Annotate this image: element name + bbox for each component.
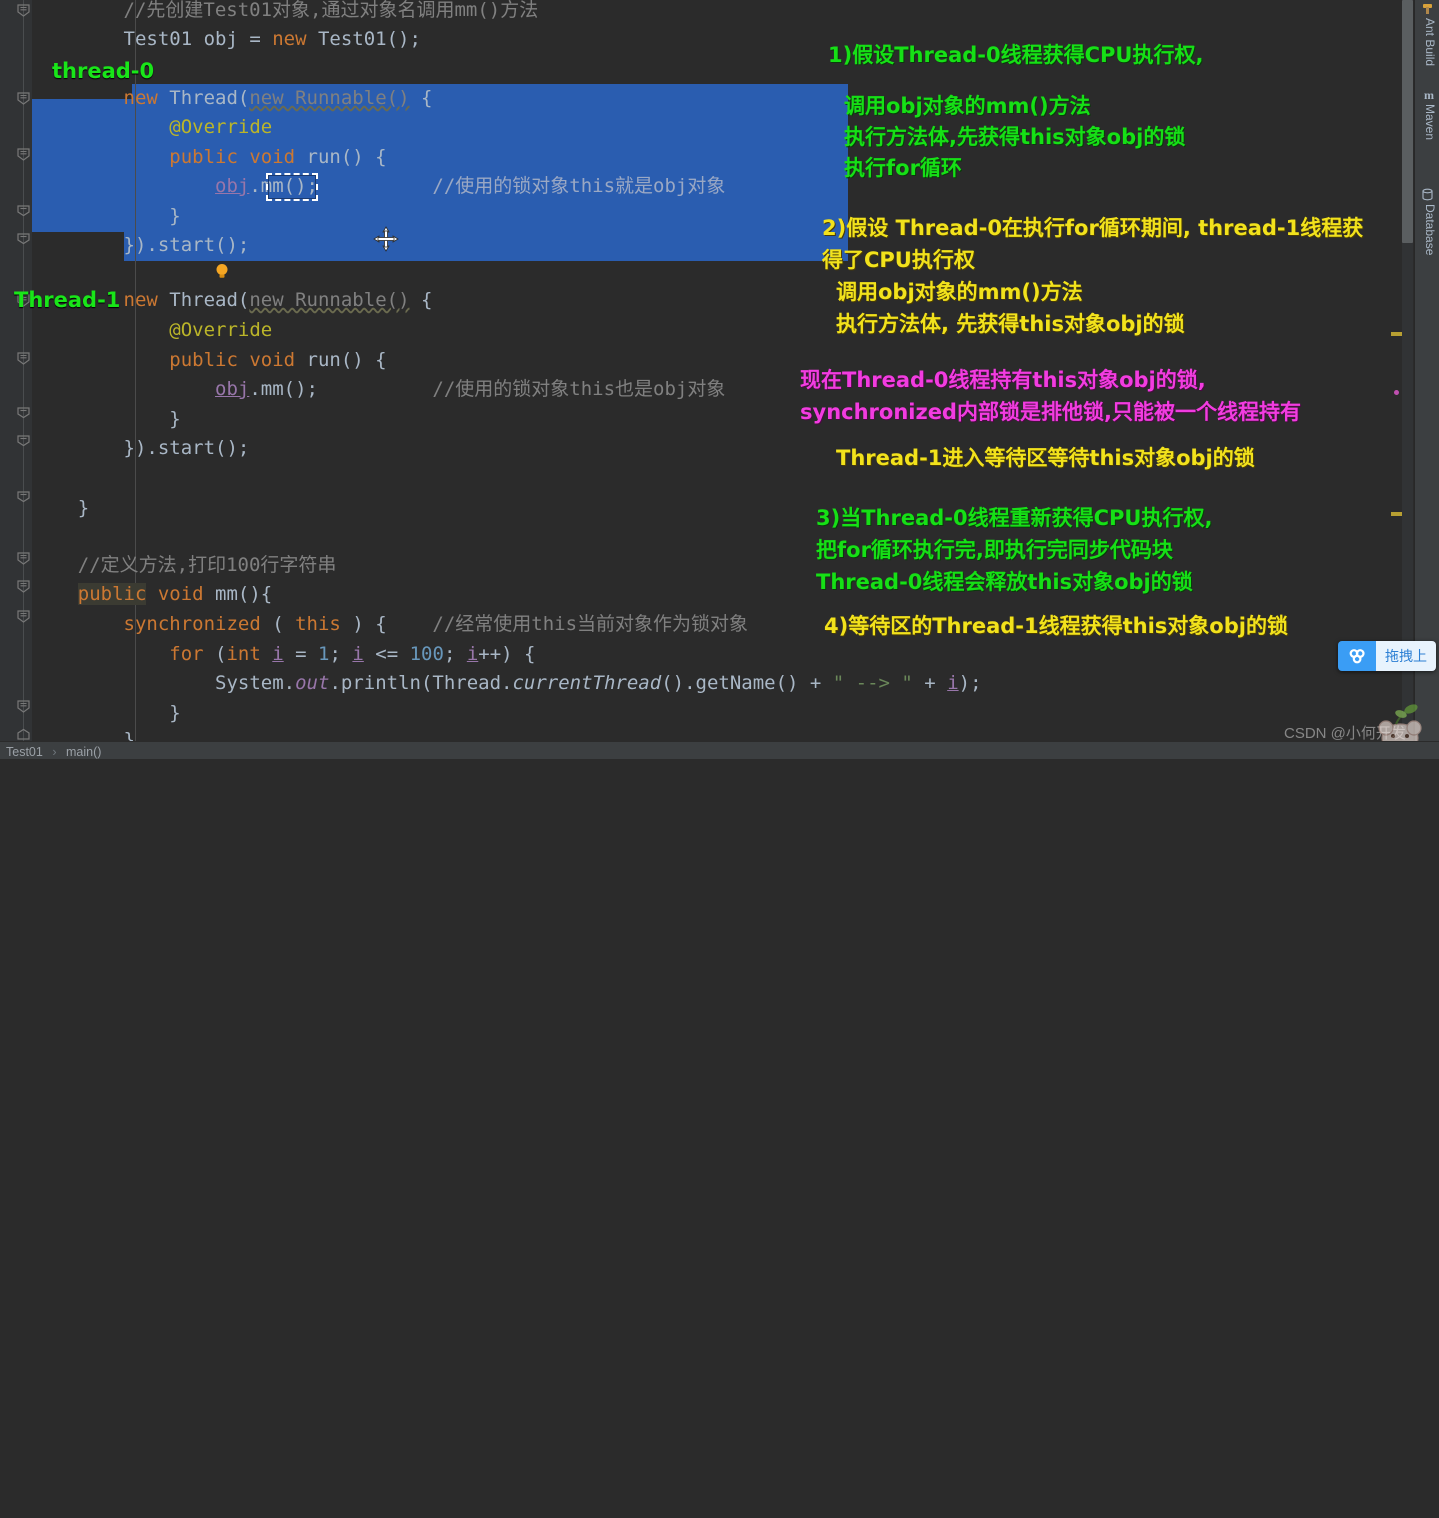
fold-marker[interactable] bbox=[15, 2, 32, 19]
tab-database[interactable]: Database bbox=[1423, 204, 1437, 255]
annotation-12: 3)当Thread-0线程重新获得CPU执行权, bbox=[816, 506, 1213, 530]
code-line[interactable]: } bbox=[32, 202, 180, 232]
fold-marker[interactable] bbox=[15, 202, 32, 219]
code-comment: //先创建Test01对象,通过对象名调用mm()方法 bbox=[123, 0, 539, 21]
thread1-label: Thread-1 bbox=[14, 288, 121, 312]
tab-ant-build[interactable]: Ant Build bbox=[1423, 18, 1437, 66]
ide-window: //先创建Test01对象,通过对象名调用mm()方法 Test01 obj =… bbox=[0, 0, 1439, 759]
annotation-13: 把for循环执行完,即执行完同步代码块 bbox=[816, 538, 1173, 562]
intention-bulb-icon[interactable] bbox=[144, 230, 228, 278]
code-line[interactable]: }).start(); bbox=[32, 434, 250, 464]
fold-marker[interactable] bbox=[15, 350, 32, 367]
code-line[interactable]: for (int i = 1; i <= 100; i++) { bbox=[32, 640, 535, 670]
code-line[interactable]: } bbox=[32, 494, 89, 524]
code-line[interactable]: System.out.println(Thread.currentThread(… bbox=[32, 669, 982, 699]
fold-marker[interactable] bbox=[15, 432, 32, 449]
annotation-11: Thread-1进入等待区等待this对象obj的锁 bbox=[836, 446, 1255, 470]
upload-widget-label[interactable]: 拖拽上 bbox=[1376, 641, 1436, 671]
editor-gutter[interactable] bbox=[0, 0, 32, 741]
right-tool-strip: Ant Build m Maven Database bbox=[1414, 0, 1439, 741]
annotation-7: 调用obj对象的mm()方法 bbox=[836, 280, 1083, 304]
code-line[interactable]: public void run() { bbox=[32, 143, 386, 173]
fold-marker[interactable] bbox=[15, 698, 32, 715]
annotation-6: 得了CPU执行权 bbox=[822, 248, 975, 272]
annotation-10: synchronized内部锁是排他锁,只能被一个线程持有 bbox=[800, 400, 1301, 424]
database-icon bbox=[1421, 188, 1434, 205]
fold-marker[interactable] bbox=[15, 578, 32, 595]
code-comment: //定义方法,打印100行字符串 bbox=[77, 554, 337, 576]
annotation-9: 现在Thread-0线程持有this对象obj的锁, bbox=[800, 368, 1206, 392]
annotation-5: 2)假设 Thread-0在执行for循环期间, thread-1线程获 bbox=[822, 216, 1364, 240]
code-line[interactable]: } bbox=[32, 405, 180, 435]
annotation-14: Thread-0线程会释放this对象obj的锁 bbox=[816, 570, 1193, 594]
fold-marker[interactable] bbox=[15, 550, 32, 567]
code-line[interactable]: public void run() { bbox=[32, 346, 386, 376]
code-comment: //经常使用this当前对象作为锁对象 bbox=[432, 613, 749, 635]
code-line[interactable]: }).start(); bbox=[32, 231, 250, 261]
tab-maven[interactable]: Maven bbox=[1423, 104, 1437, 140]
upload-widget[interactable]: 拖拽上 bbox=[1338, 641, 1436, 671]
thread0-label: thread-0 bbox=[52, 59, 155, 83]
code-line[interactable]: Test01 obj = new Test01(); bbox=[32, 25, 421, 55]
maven-icon: m bbox=[1424, 88, 1434, 102]
breadcrumb[interactable]: Test01 › main() bbox=[0, 741, 1439, 759]
selected-identifier[interactable]: obj bbox=[215, 175, 249, 197]
hammer-icon bbox=[1421, 2, 1434, 19]
scrollbar-marker[interactable] bbox=[1391, 332, 1402, 336]
scrollbar-marker[interactable] bbox=[1391, 512, 1402, 516]
fold-marker[interactable] bbox=[15, 90, 32, 107]
annotation-15: 4)等待区的Thread-1线程获得this对象obj的锁 bbox=[824, 614, 1288, 638]
annotation-8: 执行方法体, 先获得this对象obj的锁 bbox=[836, 312, 1185, 336]
code-line[interactable]: obj.mm(); //使用的锁对象this也是obj对象 bbox=[32, 375, 725, 405]
annotation-4: 执行for循环 bbox=[844, 156, 962, 180]
gutter-rail bbox=[23, 0, 24, 741]
cloud-upload-icon[interactable] bbox=[1338, 641, 1376, 671]
breadcrumb-separator: › bbox=[52, 745, 57, 759]
breadcrumb-item-method[interactable]: main() bbox=[66, 745, 101, 759]
fold-marker[interactable] bbox=[15, 404, 32, 421]
annotation-1: 1)假设Thread-0线程获得CPU执行权, bbox=[828, 43, 1204, 67]
code-line[interactable]: synchronized ( this ) { //经常使用this当前对象作为… bbox=[32, 610, 749, 640]
fold-marker[interactable] bbox=[15, 146, 32, 163]
scrollbar-thumb[interactable] bbox=[1402, 0, 1413, 243]
breadcrumb-item-class[interactable]: Test01 bbox=[6, 745, 43, 759]
annotation-3: 执行方法体,先获得this对象obj的锁 bbox=[844, 125, 1186, 149]
scrollbar-error-marker[interactable] bbox=[1394, 390, 1399, 395]
code-line[interactable]: } bbox=[32, 699, 180, 729]
code-line[interactable]: new Thread(new Runnable() { bbox=[32, 84, 433, 114]
code-line[interactable]: public void mm(){ bbox=[32, 580, 272, 610]
move-cursor-icon bbox=[304, 196, 399, 252]
code-line[interactable]: @Override bbox=[32, 113, 272, 143]
code-line[interactable]: //定义方法,打印100行字符串 bbox=[32, 551, 337, 581]
code-comment: //使用的锁对象this也是obj对象 bbox=[432, 378, 726, 400]
fold-marker[interactable] bbox=[15, 608, 32, 625]
code-line[interactable]: @Override bbox=[32, 316, 272, 346]
code-line[interactable]: obj.mm(); //使用的锁对象this就是obj对象 bbox=[32, 172, 725, 202]
code-comment: //使用的锁对象this就是obj对象 bbox=[432, 175, 726, 197]
fold-marker[interactable] bbox=[15, 230, 32, 247]
code-line[interactable]: //先创建Test01对象,通过对象名调用mm()方法 bbox=[32, 0, 539, 26]
fold-marker[interactable] bbox=[15, 488, 32, 505]
annotation-2: 调用obj对象的mm()方法 bbox=[844, 94, 1091, 118]
